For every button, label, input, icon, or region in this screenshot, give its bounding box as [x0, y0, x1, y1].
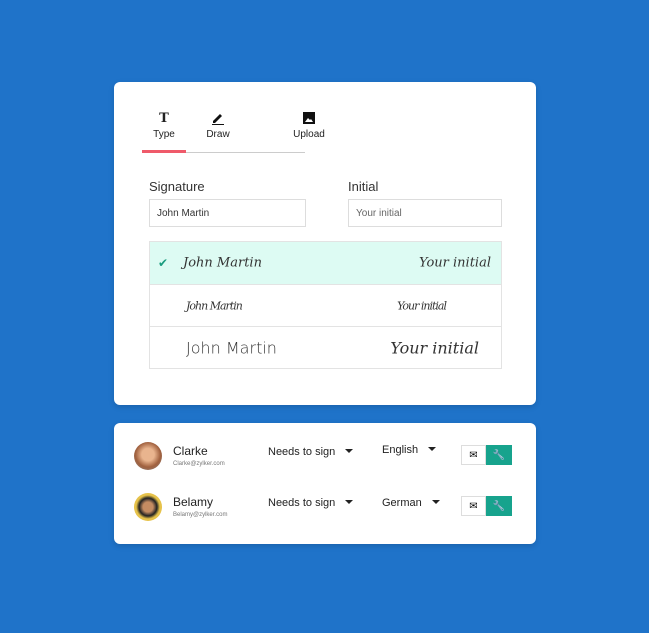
signature-tabs: T Type Draw Upload [142, 110, 325, 153]
tab-label: Upload [293, 129, 325, 140]
recipient-email: Belamy@zylker.com [173, 512, 228, 518]
check-icon: ✔ [158, 256, 169, 270]
mail-icon: ✉ [469, 500, 478, 512]
role-dropdown[interactable]: Needs to sign [268, 446, 353, 458]
language-dropdown[interactable]: German [382, 497, 440, 509]
initial-preview: Your initial [397, 299, 447, 312]
signature-preview: John Martin [186, 299, 243, 312]
recipient-row: Clarke Clarke@zylker.com Needs to sign E… [134, 442, 514, 472]
recipient-email: Clarke@zylker.com [173, 461, 225, 467]
settings-button[interactable]: 🔧 [486, 496, 512, 516]
tab-label: Draw [206, 129, 230, 140]
signature-style-list: ✔ John Martin Your initial John Martin Y… [149, 241, 502, 369]
wrench-icon: 🔧 [492, 449, 506, 461]
signature-option[interactable]: John Martin Your initial [150, 326, 501, 368]
email-button[interactable]: ✉ [461, 445, 486, 465]
signature-card: T Type Draw Upload Signature Initial ✔ J… [114, 82, 536, 405]
signature-option[interactable]: John Martin Your initial [150, 284, 501, 326]
avatar [134, 493, 162, 521]
recipient-name: Belamy [173, 495, 214, 509]
wrench-icon: 🔧 [492, 500, 506, 512]
tab-label: Type [153, 129, 175, 140]
signature-input[interactable] [149, 199, 306, 227]
signature-option[interactable]: ✔ John Martin Your initial [150, 242, 501, 284]
initial-input[interactable] [348, 199, 502, 227]
tab-upload[interactable]: Upload [287, 110, 331, 140]
active-tab-indicator [142, 150, 186, 153]
image-icon [287, 110, 331, 126]
pencil-icon [196, 110, 240, 126]
settings-button[interactable]: 🔧 [486, 445, 512, 465]
initial-preview: Your initial [390, 338, 479, 357]
email-button[interactable]: ✉ [461, 496, 486, 516]
tab-type[interactable]: T Type [142, 110, 186, 141]
signature-preview: John Martin [183, 255, 262, 271]
initial-preview: Your initial [419, 255, 491, 271]
role-dropdown[interactable]: Needs to sign [268, 497, 353, 509]
tab-draw[interactable]: Draw [196, 110, 240, 140]
language-dropdown[interactable]: English [382, 444, 436, 456]
recipient-name: Clarke [173, 444, 208, 458]
mail-icon: ✉ [469, 449, 478, 461]
recipients-card: Clarke Clarke@zylker.com Needs to sign E… [114, 423, 536, 544]
initial-label: Initial [348, 179, 379, 194]
text-icon: T [159, 110, 169, 126]
avatar [134, 442, 162, 470]
recipient-row: Belamy Belamy@zylker.com Needs to sign G… [134, 493, 514, 523]
signature-preview: John Martin [186, 338, 277, 357]
signature-label: Signature [149, 179, 205, 194]
